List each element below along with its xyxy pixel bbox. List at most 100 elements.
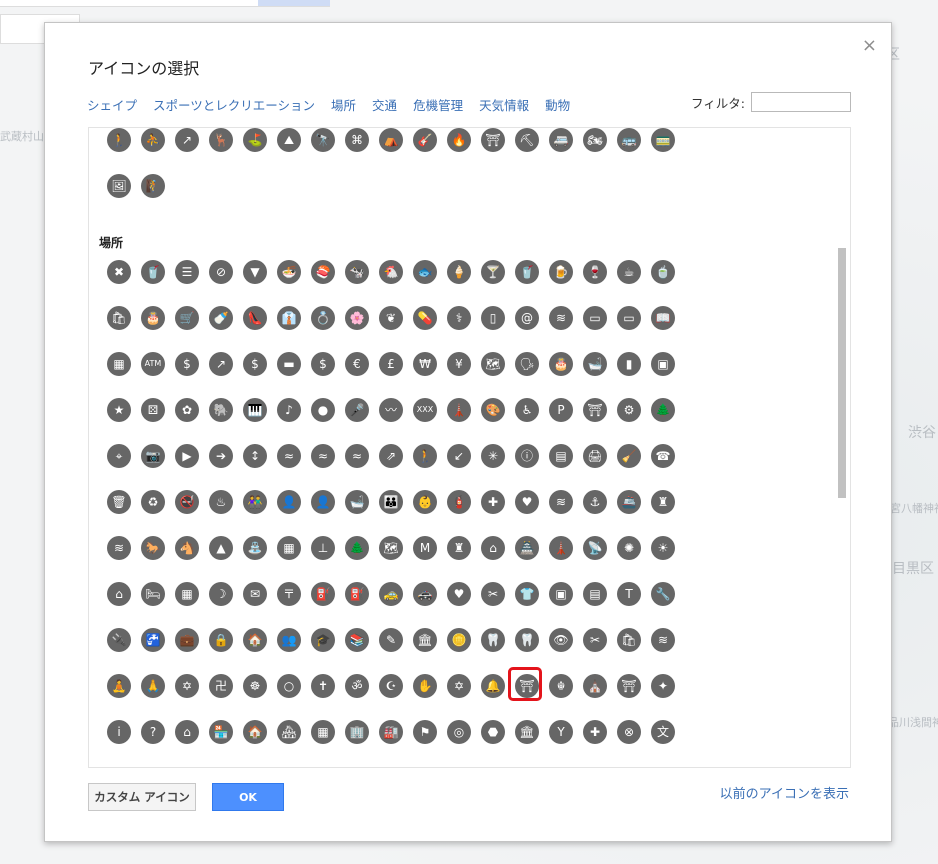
place-icon[interactable]: ⊘ — [209, 260, 233, 284]
place-icon[interactable]: 🎹 — [243, 398, 267, 422]
place-icon[interactable]: ♻ — [141, 490, 165, 514]
place-icon[interactable]: ⛽ — [345, 582, 369, 606]
place-icon[interactable]: ▣ — [651, 352, 675, 376]
place-icon[interactable]: 🔧 — [651, 582, 675, 606]
place-icon[interactable]: ⚓ — [583, 490, 607, 514]
place-icon[interactable]: ≋ — [651, 628, 675, 652]
place-icon[interactable]: 🔭 — [311, 128, 335, 152]
place-icon[interactable]: ≋ — [107, 536, 131, 560]
place-icon[interactable]: 🍷 — [583, 260, 607, 284]
place-icon[interactable]: 🎓 — [311, 628, 335, 652]
place-icon[interactable]: ⚕ — [447, 306, 471, 330]
place-icon[interactable]: 🛍 — [107, 306, 131, 330]
place-icon[interactable]: ⌖ — [107, 444, 131, 468]
place-icon[interactable]: ✂ — [481, 582, 505, 606]
place-icon[interactable]: 🌸 — [345, 306, 369, 330]
place-icon[interactable]: ₩ — [413, 352, 437, 376]
place-icon[interactable]: ★ — [107, 398, 131, 422]
place-icon[interactable]: ♥ — [447, 582, 471, 606]
place-icon[interactable]: 🚓 — [413, 582, 437, 606]
place-icon[interactable]: 🗺 — [481, 352, 505, 376]
place-icon[interactable]: € — [345, 352, 369, 376]
place-icon[interactable]: 🛁 — [345, 490, 369, 514]
place-icon[interactable]: ▦ — [107, 352, 131, 376]
place-icon[interactable]: 🍦 — [447, 260, 471, 284]
place-icon[interactable]: 👶 — [413, 490, 437, 514]
place-icon[interactable]: 🗣 — [515, 352, 539, 376]
place-icon[interactable]: 🐟 — [413, 260, 437, 284]
place-icon[interactable]: 👥 — [277, 628, 301, 652]
place-icon[interactable]: ✳ — [481, 444, 505, 468]
place-icon[interactable]: ✖ — [107, 260, 131, 284]
filter-input[interactable] — [751, 92, 851, 112]
place-icon[interactable]: ♿ — [515, 398, 539, 422]
place-icon[interactable]: 👪 — [379, 490, 403, 514]
place-icon[interactable]: 🏯 — [515, 536, 539, 560]
place-icon[interactable]: ↙ — [447, 444, 471, 468]
place-icon[interactable]: 📷 — [141, 444, 165, 468]
place-icon[interactable]: ♪ — [277, 398, 301, 422]
place-icon[interactable]: ♜ — [447, 536, 471, 560]
place-icon[interactable]: ✡ — [447, 674, 471, 698]
place-icon[interactable]: 🏛 — [413, 628, 437, 652]
place-icon[interactable]: ↗ — [209, 352, 233, 376]
custom-icon-button[interactable]: カスタム アイコン — [88, 783, 196, 811]
place-icon[interactable]: ⛲ — [243, 536, 267, 560]
place-icon[interactable]: ॐ — [345, 674, 369, 698]
place-icon[interactable]: ▮ — [617, 352, 641, 376]
place-icon[interactable]: P — [549, 398, 573, 422]
place-icon[interactable]: 🦷 — [481, 628, 505, 652]
place-icon[interactable]: 📚 — [345, 628, 369, 652]
place-icon[interactable]: ◎ — [447, 720, 471, 744]
place-icon[interactable]: ✋ — [413, 674, 437, 698]
place-icon[interactable]: 🏢 — [345, 720, 369, 744]
place-icon[interactable]: ♥ — [515, 490, 539, 514]
place-icon[interactable]: 🍺 — [549, 260, 573, 284]
ok-button[interactable]: OK — [212, 783, 284, 811]
place-icon[interactable]: 💍 — [311, 306, 335, 330]
show-previous-icons-link[interactable]: 以前のアイコンを表示 — [720, 783, 849, 802]
place-icon[interactable]: ➔ — [209, 444, 233, 468]
place-icon[interactable]: 🎂 — [549, 352, 573, 376]
place-icon[interactable]: 🌲 — [345, 536, 369, 560]
place-icon[interactable]: 🏭 — [379, 720, 403, 744]
place-icon[interactable]: @ — [515, 306, 539, 330]
place-icon[interactable]: 🪙 — [447, 628, 471, 652]
place-icon[interactable]: ⛺ — [379, 128, 403, 152]
place-icon[interactable]: 🥤 — [141, 260, 165, 284]
place-icon[interactable]: ✿ — [175, 398, 199, 422]
place-icon[interactable]: 🏛 — [515, 720, 539, 744]
place-icon[interactable]: 🐴 — [175, 536, 199, 560]
place-icon[interactable]: 🛍 — [617, 628, 641, 652]
place-icon[interactable]: 👤 — [277, 490, 301, 514]
place-icon[interactable]: ▭ — [617, 306, 641, 330]
place-icon[interactable]: 👠 — [243, 306, 267, 330]
torii-icon-selected[interactable]: ⛩ — [508, 667, 542, 701]
place-icon[interactable]: 🚢 — [617, 490, 641, 514]
place-icon[interactable]: 👤 — [311, 490, 335, 514]
place-icon[interactable]: ATM — [141, 352, 165, 376]
place-icon[interactable]: ? — [141, 720, 165, 744]
place-icon[interactable]: ↗ — [175, 128, 199, 152]
place-icon[interactable]: ▲ — [209, 536, 233, 560]
place-icon[interactable]: 🍸 — [481, 260, 505, 284]
place-icon[interactable]: ⛪ — [583, 674, 607, 698]
scrollbar-thumb[interactable] — [838, 248, 846, 498]
place-icon[interactable]: ⊗ — [617, 720, 641, 744]
place-icon[interactable]: ☽ — [209, 582, 233, 606]
place-icon[interactable]: 🛒 — [175, 306, 199, 330]
place-icon[interactable]: 🗺 — [379, 536, 403, 560]
place-icon[interactable]: ✦ — [651, 674, 675, 698]
place-icon[interactable]: 🏍 — [583, 128, 607, 152]
place-icon[interactable]: ⌂ — [175, 720, 199, 744]
place-icon[interactable]: ♨ — [209, 490, 233, 514]
place-icon[interactable]: ☸ — [243, 674, 267, 698]
place-icon[interactable]: 🚶 — [107, 128, 131, 152]
place-icon[interactable]: 🐔 — [379, 260, 403, 284]
place-icon[interactable]: ⚄ — [141, 398, 165, 422]
place-icon[interactable]: XXX — [413, 398, 437, 422]
place-icon[interactable]: ✺ — [617, 536, 641, 560]
place-icon[interactable]: ▭ — [583, 306, 607, 330]
place-icon[interactable]: ↕ — [243, 444, 267, 468]
place-icon[interactable]: $ — [243, 352, 267, 376]
